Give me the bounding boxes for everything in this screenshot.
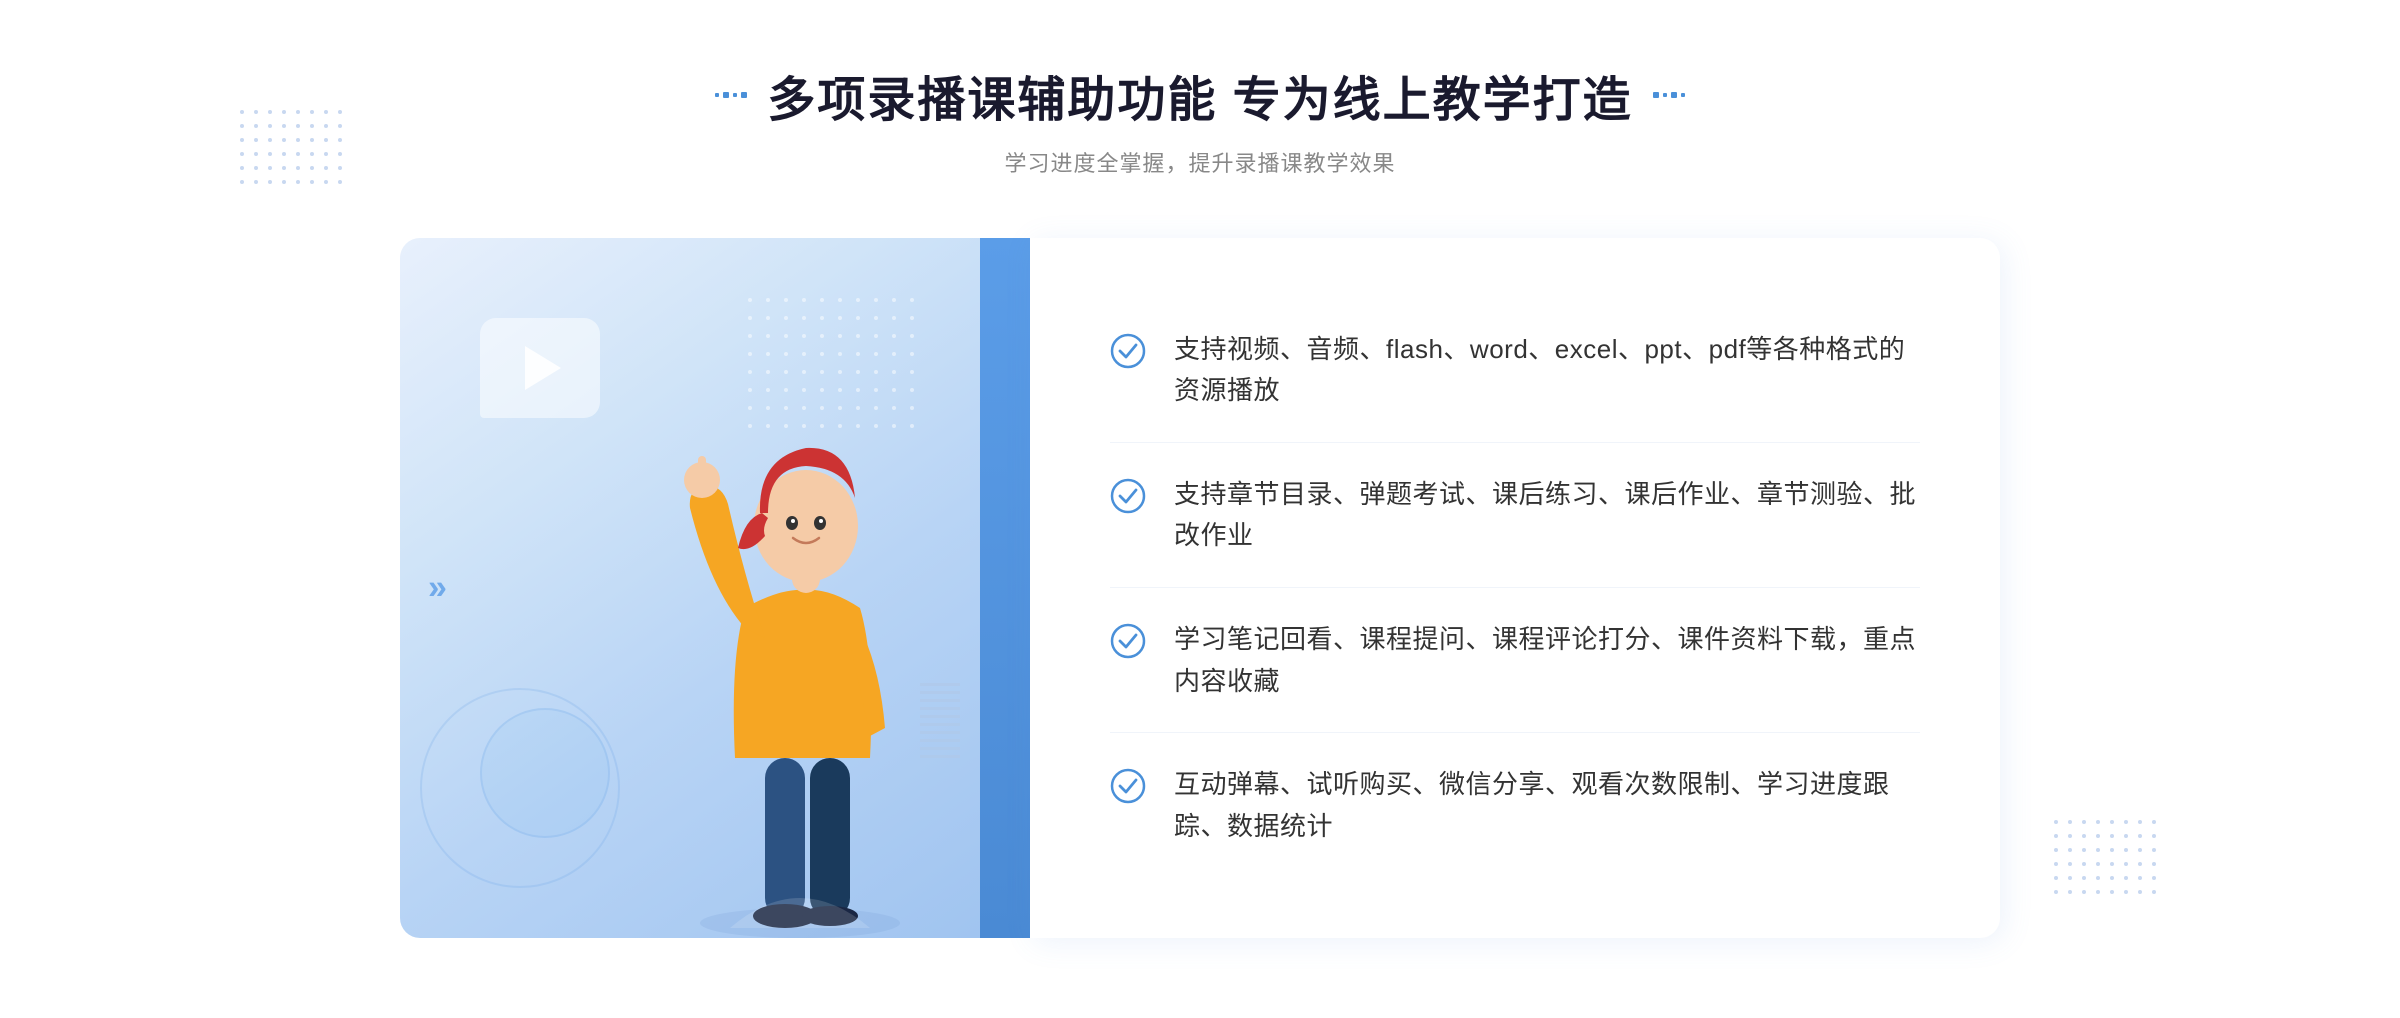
play-icon: [525, 346, 561, 390]
video-bubble: [480, 318, 600, 418]
dots-decoration-bottom-right: [2054, 820, 2160, 898]
feature-item-1: 支持视频、音频、flash、word、excel、ppt、pdf等各种格式的资源…: [1110, 299, 1920, 443]
content-area: » 支持视频、音频、flash、word、excel、ppt、pdf等各种格式的…: [400, 238, 2000, 938]
features-panel: 支持视频、音频、flash、word、excel、ppt、pdf等各种格式的资源…: [1030, 238, 2000, 938]
title-decoration-left: [715, 92, 747, 98]
feature-text-2: 支持章节目录、弹题考试、课后练习、课后作业、章节测验、批改作业: [1174, 474, 1920, 557]
dec-dot-7: [1671, 92, 1677, 98]
dec-dot-4: [741, 92, 747, 98]
check-icon-1: [1110, 333, 1146, 369]
header-section: 多项录播课辅助功能 专为线上教学打造 学习进度全掌握，提升录播课教学效果: [715, 60, 1684, 178]
check-icon-2: [1110, 478, 1146, 514]
dec-dot-6: [1663, 93, 1667, 97]
dec-dot-3: [733, 93, 737, 97]
title-decoration-right: [1653, 92, 1685, 98]
feature-item-4: 互动弹幕、试听购买、微信分享、观看次数限制、学习进度跟踪、数据统计: [1110, 734, 1920, 877]
check-icon-3: [1110, 623, 1146, 659]
feature-item-2: 支持章节目录、弹题考试、课后练习、课后作业、章节测验、批改作业: [1110, 444, 1920, 588]
feature-text-3: 学习笔记回看、课程提问、课程评论打分、课件资料下载，重点内容收藏: [1174, 619, 1920, 702]
page-subtitle: 学习进度全掌握，提升录播课教学效果: [715, 146, 1684, 178]
dots-decoration-top-left: [240, 110, 346, 188]
left-arrows: »: [428, 569, 447, 608]
feature-text-1: 支持视频、音频、flash、word、excel、ppt、pdf等各种格式的资源…: [1174, 329, 1920, 412]
page-title: 多项录播课辅助功能 专为线上教学打造: [767, 60, 1632, 130]
blue-accent-bar: [980, 238, 1030, 938]
title-row: 多项录播课辅助功能 专为线上教学打造: [715, 60, 1684, 130]
feature-text-4: 互动弹幕、试听购买、微信分享、观看次数限制、学习进度跟踪、数据统计: [1174, 764, 1920, 847]
page-container: 多项录播课辅助功能 专为线上教学打造 学习进度全掌握，提升录播课教学效果: [0, 0, 2400, 1018]
dec-dot-5: [1653, 92, 1659, 98]
dec-dot-1: [715, 93, 719, 97]
check-icon-4: [1110, 768, 1146, 804]
dec-dot-8: [1681, 93, 1685, 97]
deco-circle-2: [480, 708, 610, 838]
illustration-panel: »: [400, 238, 980, 938]
person-illustration: [650, 368, 950, 938]
feature-item-3: 学习笔记回看、课程提问、课程评论打分、课件资料下载，重点内容收藏: [1110, 589, 1920, 733]
dec-dot-2: [723, 92, 729, 98]
